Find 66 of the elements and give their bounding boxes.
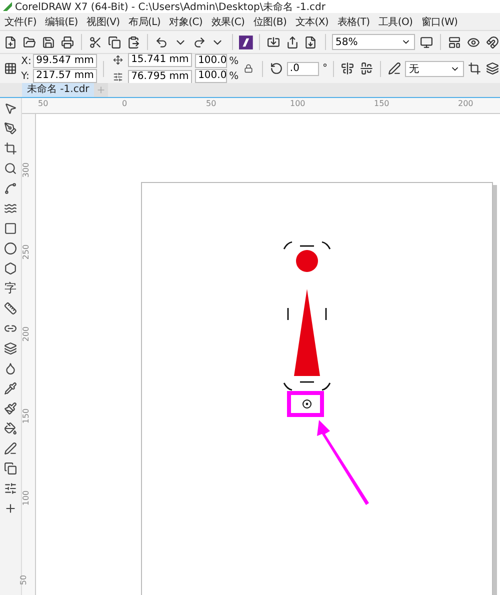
ruler-label: 250 xyxy=(22,244,31,260)
shape-tool-icon[interactable] xyxy=(2,120,18,136)
snap-icon[interactable] xyxy=(484,34,500,50)
ruler-label: 50 xyxy=(206,99,216,108)
x-label: X: xyxy=(21,56,32,66)
smart-fill-icon[interactable] xyxy=(2,420,18,436)
menu-item[interactable]: 视图(V) xyxy=(82,14,124,28)
angle-field[interactable]: .0 xyxy=(286,62,320,76)
height-field[interactable]: 76.795 mm xyxy=(128,70,192,84)
zoom-dropdown[interactable]: 58% xyxy=(332,34,416,50)
y-label: Y: xyxy=(21,70,30,82)
window-title: CorelDRAW X7 (64-Bit) - C:\Users\Admin\Desktop\未命名 -1.cdr xyxy=(15,0,326,14)
text-tool[interactable]: 字 xyxy=(2,280,18,296)
mirror-vertical-icon[interactable] xyxy=(358,60,374,77)
outline-pen-icon[interactable] xyxy=(386,60,402,77)
scale-y-field[interactable]: 100.0 xyxy=(195,69,228,83)
ruler-label: 300 xyxy=(22,162,31,178)
ruler-label: 50 xyxy=(20,574,28,586)
ruler-label: 100 xyxy=(22,490,31,506)
ruler-label: 150 xyxy=(22,408,31,424)
menu-item[interactable]: 布局(L) xyxy=(124,14,165,28)
scale-x-field[interactable]: 100.0 xyxy=(195,54,228,68)
outline-icon[interactable] xyxy=(2,440,18,456)
ruler-label: 100 xyxy=(290,99,306,108)
app-launcher-icon[interactable] xyxy=(238,34,253,50)
mirror-horizontal-icon[interactable] xyxy=(340,60,356,77)
ruler-label: 200 xyxy=(458,99,474,108)
zoom-icon[interactable] xyxy=(2,160,18,176)
ruler-label: 0 xyxy=(122,99,128,108)
printer-icon[interactable] xyxy=(59,34,75,50)
polygon-icon[interactable] xyxy=(2,260,18,276)
dimension-icon[interactable] xyxy=(2,300,18,316)
menu-item[interactable]: 窗口(W) xyxy=(417,14,462,28)
width-field[interactable]: 15.741 mm xyxy=(128,53,192,67)
reference-point-icon[interactable] xyxy=(3,60,18,77)
rotation-center-icon[interactable] xyxy=(302,400,312,408)
rectangle-icon[interactable] xyxy=(2,220,18,236)
ellipse-icon[interactable] xyxy=(2,240,18,256)
crop-icon[interactable] xyxy=(2,140,18,156)
menu-item[interactable]: 工具(O) xyxy=(374,14,418,28)
fill-icon[interactable] xyxy=(2,400,18,416)
menu-item[interactable]: 表格(T) xyxy=(332,14,374,28)
freehand-icon[interactable] xyxy=(2,180,18,196)
outline-width-dropdown[interactable]: 无 xyxy=(404,60,464,76)
menu-item[interactable]: 文本(X) xyxy=(290,14,333,28)
y-position-field[interactable]: 217.57 mm xyxy=(33,69,98,83)
menu-item[interactable]: 效果(C) xyxy=(206,14,249,28)
copy-icon[interactable] xyxy=(106,34,122,50)
menu-item[interactable]: 编辑(E) xyxy=(40,14,82,28)
degree-label: ° xyxy=(322,63,328,74)
circle-shape xyxy=(296,250,318,272)
percent-label: % xyxy=(229,56,239,66)
ruler-label: 200 xyxy=(22,326,31,342)
ruler-label: 150 xyxy=(374,99,390,108)
app-logo-icon xyxy=(3,2,12,11)
highlight-frame xyxy=(287,391,324,417)
eyedropper-icon[interactable] xyxy=(2,380,18,396)
menu-item[interactable]: 文件(F) xyxy=(0,14,41,28)
x-position-field[interactable]: 99.547 mm xyxy=(33,54,98,68)
menu-item[interactable]: 对象(C) xyxy=(164,14,207,28)
selection-handles-drawing[interactable] xyxy=(283,241,331,391)
document-tab[interactable]: 未命名 -1.cdr xyxy=(22,83,94,97)
rotate-icon[interactable] xyxy=(268,60,284,77)
menu-item[interactable]: 位图(B) xyxy=(249,14,291,28)
ruler-label: 50 xyxy=(38,99,48,108)
percent-label: % xyxy=(229,70,239,82)
